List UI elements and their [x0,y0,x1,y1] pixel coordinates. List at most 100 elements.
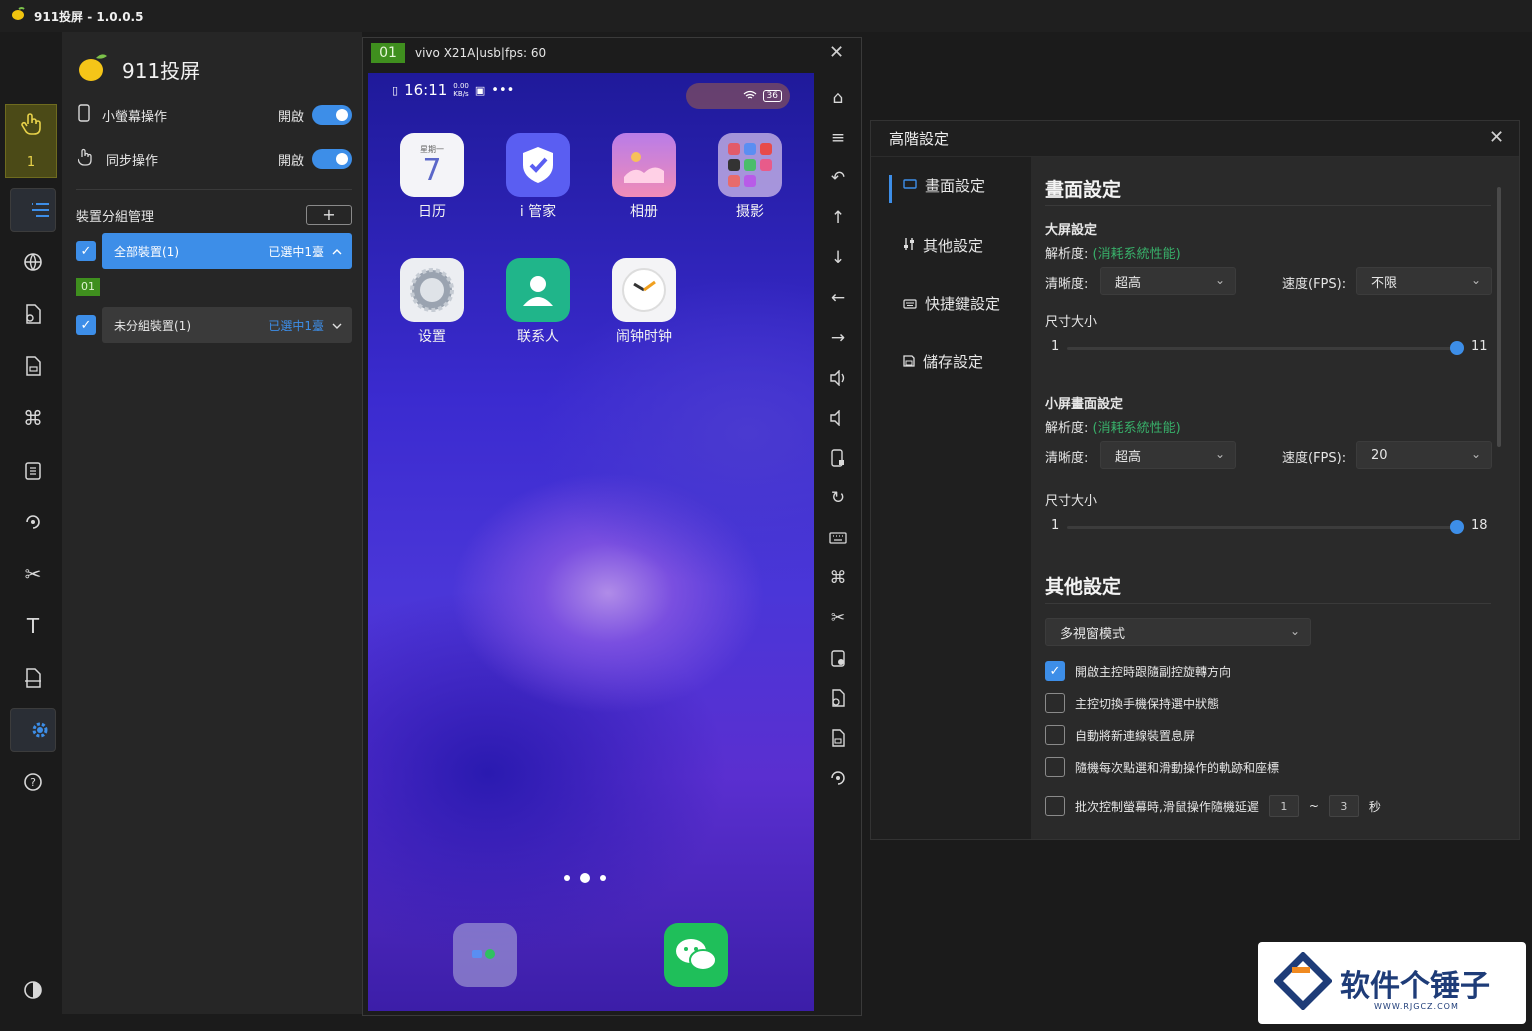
scissors-icon[interactable]: ✂ [10,552,56,596]
device-panel: 911投屏 小螢幕操作 開啟 同步操作 開啟 裝置分組管理 + ✓ 全部裝置(1… [62,32,362,1014]
globe-icon[interactable] [10,240,56,284]
group-row-all: ✓ 全部裝置(1) 已選中1臺 [76,233,352,269]
apk-file-icon[interactable] [10,344,56,388]
theme-toggle-icon[interactable] [10,968,56,1012]
sync-hand-icon [77,148,94,170]
scissors-icon[interactable]: ✂ [818,598,858,638]
add-group-button[interactable]: + [306,205,352,225]
file-install-icon[interactable] [818,678,858,718]
app-calendar[interactable]: 星期一 7 日历 [392,133,472,221]
nav-screen-settings[interactable]: 畫面設定 [889,175,985,203]
home-icon[interactable]: ⌂ [818,78,858,118]
app-clock[interactable]: 闹钟时钟 [604,258,684,346]
keyboard-icon[interactable] [818,518,858,558]
gear-icon[interactable] [10,708,56,752]
folder-icon [718,133,782,197]
random-track-checkbox[interactable] [1045,757,1065,777]
wechat-icon[interactable] [664,923,728,987]
group-all-checkbox[interactable]: ✓ [76,241,96,261]
auto-screen-off-checkbox[interactable] [1045,725,1065,745]
big-clarity-select[interactable]: 超高 ⌄ [1100,267,1236,295]
app-iguanjia[interactable]: i 管家 [498,133,578,221]
app-camera-folder[interactable]: 摄影 [710,133,790,221]
chevron-down-icon[interactable] [332,318,342,332]
nav-label: 其他設定 [923,237,984,255]
chevron-up-icon[interactable] [332,244,342,258]
check-label: 主控切換手機保持選中狀態 [1075,696,1220,711]
volume-up-icon[interactable] [818,358,858,398]
phone-screen[interactable]: ▯ 16:11 0.00 KB/s ▣ ••• 36 星期一 7 日历 i 管家… [368,73,814,1011]
delay-min-input[interactable]: 1 [1268,795,1299,817]
big-size-knob[interactable] [1450,341,1464,355]
title-bar: 911投屏 - 1.0.0.5 [0,0,1532,32]
apk-file-icon[interactable] [818,718,858,758]
nav-shortcut-settings[interactable]: 快捷鍵設定 [903,293,1000,314]
small-size-value: 18 [1471,518,1488,533]
refresh-touch-icon[interactable] [818,758,858,798]
window-mode-value: 多視窗模式 [1060,626,1126,642]
nav-other-settings[interactable]: 其他設定 [903,235,983,256]
app-name: 911投屏 [122,58,201,83]
touch-mode-button[interactable]: 1 [5,104,57,178]
settings-content: 畫面設定 大屏設定 解析度: (消耗系統性能) 清晰度: 超高 ⌄ 速度(FPS… [1031,157,1519,839]
sync-toggle[interactable] [312,149,352,169]
clipboard-icon[interactable] [10,448,56,492]
group-all[interactable]: 全部裝置(1) 已選中1臺 [102,233,352,269]
arrow-up-icon[interactable]: ↑ [818,198,858,238]
big-fps-value: 不限 [1371,275,1398,291]
menu-icon[interactable]: ≡ [818,118,858,158]
small-screen-toggle[interactable] [312,105,352,125]
dock-folder-icon[interactable] [453,923,517,987]
nav-storage-settings[interactable]: 儲存設定 [903,351,983,372]
small-size-label: 尺寸大小 [1045,494,1098,509]
small-size-knob[interactable] [1450,520,1464,534]
chevron-down-icon: ⌄ [1470,273,1481,287]
big-fps-select[interactable]: 不限 ⌄ [1356,267,1492,295]
panel-divider [76,189,352,190]
more-dots-icon: ••• [491,82,515,98]
group-ungrouped-checkbox[interactable]: ✓ [76,315,96,335]
small-res-note: (消耗系統性能) [1092,421,1181,436]
app-settings[interactable]: 设置 [392,258,472,346]
delay-max-input[interactable]: 3 [1328,795,1359,817]
watermark-text: 软件个锤子 [1340,969,1490,1004]
help-icon[interactable]: ? [10,760,56,804]
command-icon[interactable]: ⌘ [10,396,56,440]
small-fps-select[interactable]: 20 ⌄ [1356,441,1492,469]
group-all-selected: 已選中1臺 [268,244,324,259]
command-icon[interactable]: ⌘ [818,558,858,598]
device-tag[interactable]: 01 [76,278,100,296]
big-size-slider[interactable] [1067,347,1459,350]
small-clarity-select[interactable]: 超高 ⌄ [1100,441,1236,469]
arrow-right-icon[interactable]: → [818,318,858,358]
check-row: 自動將新連線裝置息屏 [1045,725,1195,745]
file-install-icon[interactable] [10,292,56,336]
check-row: ✓ 開啟主控時跟隨副控旋轉方向 [1045,661,1231,681]
settings-close-icon[interactable]: ✕ [1489,127,1504,148]
rotate-follow-checkbox[interactable]: ✓ [1045,661,1065,681]
check-label: 批次控制螢幕時,滑鼠操作隨機延遲 [1075,799,1259,814]
window-mode-select[interactable]: 多視窗模式 ⌄ [1045,618,1311,646]
clipboard-icon[interactable] [818,638,858,678]
rotate-icon[interactable]: ↻ [818,478,858,518]
screen-lock-icon[interactable] [818,438,858,478]
app-gallery[interactable]: 相册 [604,133,684,221]
keep-selected-checkbox[interactable] [1045,693,1065,713]
small-clarity-value: 超高 [1115,449,1142,465]
settings-scrollbar[interactable] [1497,187,1501,447]
random-delay-checkbox[interactable] [1045,796,1065,816]
arrow-down-icon[interactable]: ↓ [818,238,858,278]
refresh-touch-icon[interactable] [10,500,56,544]
group-ungrouped[interactable]: 未分組裝置(1) 已選中1臺 [102,307,352,343]
volume-down-icon[interactable] [818,398,858,438]
text-icon[interactable]: T [10,604,56,648]
app-contacts[interactable]: 联系人 [498,258,578,346]
chevron-down-icon: ⌄ [1214,273,1225,287]
small-size-slider[interactable] [1067,526,1459,529]
phone-close-icon[interactable]: ✕ [829,42,844,63]
arrow-left-icon[interactable]: ← [818,278,858,318]
list-menu-icon[interactable] [10,188,56,232]
back-icon[interactable]: ↶ [818,158,858,198]
document-scan-icon[interactable] [10,656,56,700]
phone-toolbar: ⌂ ≡ ↶ ↑ ↓ ← → ↻ ⌘ ✂ [818,78,858,798]
